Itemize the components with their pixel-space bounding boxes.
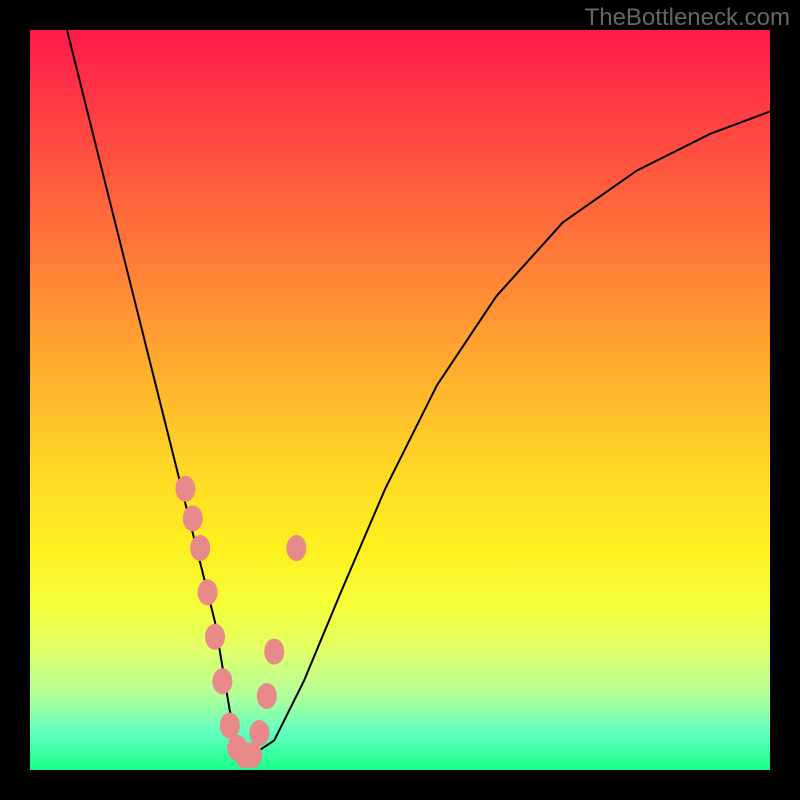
data-marker <box>264 639 284 665</box>
curve-svg <box>30 30 770 770</box>
data-marker <box>205 624 225 650</box>
data-marker <box>190 535 210 561</box>
data-marker <box>249 720 269 746</box>
data-marker <box>220 713 240 739</box>
marker-group <box>175 476 306 768</box>
bottleneck-curve <box>67 30 770 755</box>
data-marker <box>198 579 218 605</box>
data-marker <box>183 505 203 531</box>
plot-area <box>30 30 770 770</box>
chart-root: TheBottleneck.com <box>0 0 800 800</box>
data-marker <box>212 668 232 694</box>
data-marker <box>175 476 195 502</box>
data-marker <box>257 683 277 709</box>
watermark-text: TheBottleneck.com <box>585 4 790 32</box>
data-marker <box>242 742 262 768</box>
data-marker <box>286 535 306 561</box>
